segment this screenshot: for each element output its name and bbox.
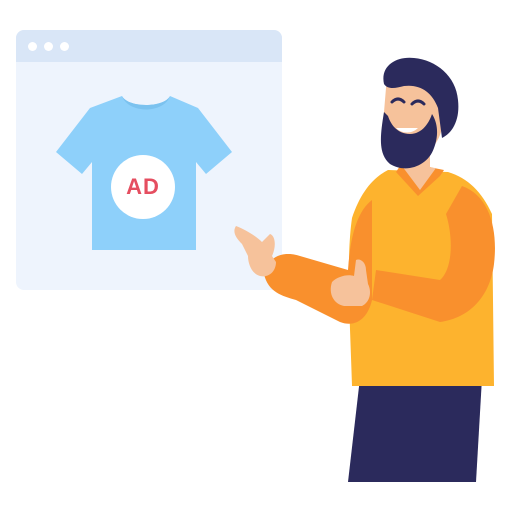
advertising-illustration: AD xyxy=(0,0,512,512)
bearded-man-pointing xyxy=(234,57,495,482)
